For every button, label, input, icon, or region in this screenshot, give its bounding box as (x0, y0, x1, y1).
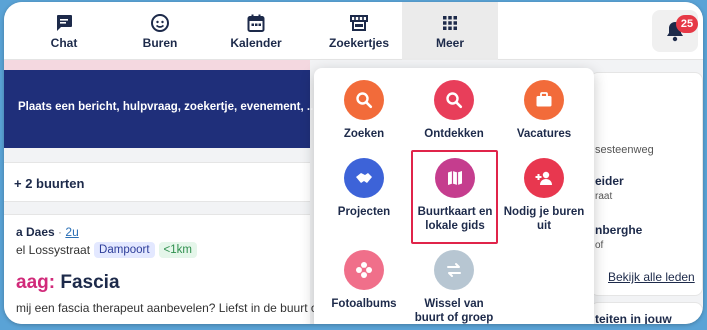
neighbours-icon (151, 13, 169, 32)
see-all-members-link[interactable]: Bekijk alle leden (608, 270, 695, 284)
nav-chat-label: Chat (50, 35, 78, 50)
menu-wissel-buurt[interactable]: Wissel van buurt of groep (410, 250, 498, 324)
menu-zoeken-label: Zoeken (343, 128, 385, 140)
post-location: el Lossystraat Dampoort <1km (16, 242, 197, 258)
menu-wissel-buurt-circle (434, 250, 474, 290)
post-street: el Lossystraat (16, 243, 91, 257)
menu-zoeken-circle (344, 80, 384, 120)
compose-post-bar[interactable]: Plaats een bericht, hulpvraag, zoekertje… (4, 70, 316, 148)
nav-meer[interactable]: Meer (402, 2, 498, 60)
post-title-text: Fascia (60, 272, 120, 293)
post-title[interactable]: aag: Fascia (16, 272, 120, 294)
top-navigation: Chat Buren Kalender Zoekertjes Meer 25 (4, 2, 703, 60)
menu-fotoalbums[interactable]: Fotoalbums (320, 250, 408, 311)
search-icon (446, 92, 463, 109)
store-icon (350, 14, 368, 31)
nav-kalender-label: Kalender (230, 35, 282, 50)
menu-nodig-uit[interactable]: Nodig je buren uit (500, 158, 588, 233)
flower-icon (356, 262, 372, 278)
handshake-icon (356, 173, 372, 183)
menu-ontdekken-circle (434, 80, 474, 120)
nav-kalender[interactable]: Kalender (218, 2, 294, 60)
menu-ontdekken[interactable]: Ontdekken (410, 80, 498, 141)
menu-nodig-uit-circle (524, 158, 564, 198)
post-neighbourhood-tag[interactable]: Dampoort (94, 242, 155, 258)
banner-strip (4, 60, 310, 70)
briefcase-icon (536, 92, 552, 107)
member-name[interactable]: nberghe (595, 223, 642, 237)
post-time[interactable]: 2u (65, 225, 78, 239)
nav-zoekertjes-label: Zoekertjes (328, 35, 390, 50)
nav-meer-label: Meer (435, 35, 464, 50)
search-icon (356, 92, 373, 109)
nav-buren[interactable]: Buren (122, 2, 198, 60)
post-distance-tag: <1km (158, 242, 197, 258)
grid-icon (443, 15, 457, 30)
activities-card: teiten in jouw (590, 302, 703, 324)
menu-zoeken[interactable]: Zoeken (320, 80, 408, 141)
neighbourhoods-card[interactable]: + 2 buurten (4, 162, 310, 202)
post-author[interactable]: a Daes (16, 225, 55, 239)
add-person-icon (535, 171, 552, 185)
nav-zoekertjes[interactable]: Zoekertjes (314, 2, 404, 60)
app-window: Chat Buren Kalender Zoekertjes Meer 25 P… (4, 2, 703, 324)
notification-count-badge: 25 (676, 15, 698, 33)
calendar-icon (247, 14, 265, 32)
selection-highlight (411, 150, 498, 244)
neighbourhoods-label: + 2 buurten (14, 176, 85, 191)
member-name[interactable]: eider (595, 174, 624, 188)
chat-icon (57, 14, 72, 31)
menu-vacatures-circle (524, 80, 564, 120)
activities-heading: teiten in jouw (595, 312, 672, 324)
menu-projecten-circle (344, 158, 384, 198)
menu-wissel-buurt-label: Wissel van buurt of groep (414, 298, 494, 324)
menu-vacatures[interactable]: Vacatures (500, 80, 588, 141)
swap-icon (447, 263, 461, 277)
post-body: mij een fascia therapeut aanbevelen? Lie… (16, 301, 321, 315)
post-author-line: a Daes · 2u (16, 225, 79, 239)
menu-fotoalbums-label: Fotoalbums (331, 298, 397, 310)
nav-buren-label: Buren (142, 35, 178, 50)
nav-chat[interactable]: Chat (28, 2, 100, 60)
menu-projecten[interactable]: Projecten (320, 158, 408, 219)
menu-ontdekken-label: Ontdekken (424, 128, 484, 140)
post-card: a Daes · 2u el Lossystraat Dampoort <1km… (4, 214, 321, 324)
post-separator: · (58, 225, 63, 239)
member-street: raat (595, 191, 613, 202)
neighbourhood-members-card: sesteenweg eider raat nberghe of Bekijk … (590, 72, 703, 296)
post-title-prefix: aag: (16, 272, 56, 293)
menu-fotoalbums-circle (344, 250, 384, 290)
menu-projecten-label: Projecten (337, 206, 391, 218)
menu-vacatures-label: Vacatures (516, 128, 572, 140)
compose-post-prompt: Plaats een bericht, hulpvraag, zoekertje… (18, 101, 317, 113)
address-fragment: sesteenweg (595, 144, 654, 156)
member-street: of (595, 240, 604, 251)
menu-nodig-uit-label: Nodig je buren uit (503, 206, 585, 232)
